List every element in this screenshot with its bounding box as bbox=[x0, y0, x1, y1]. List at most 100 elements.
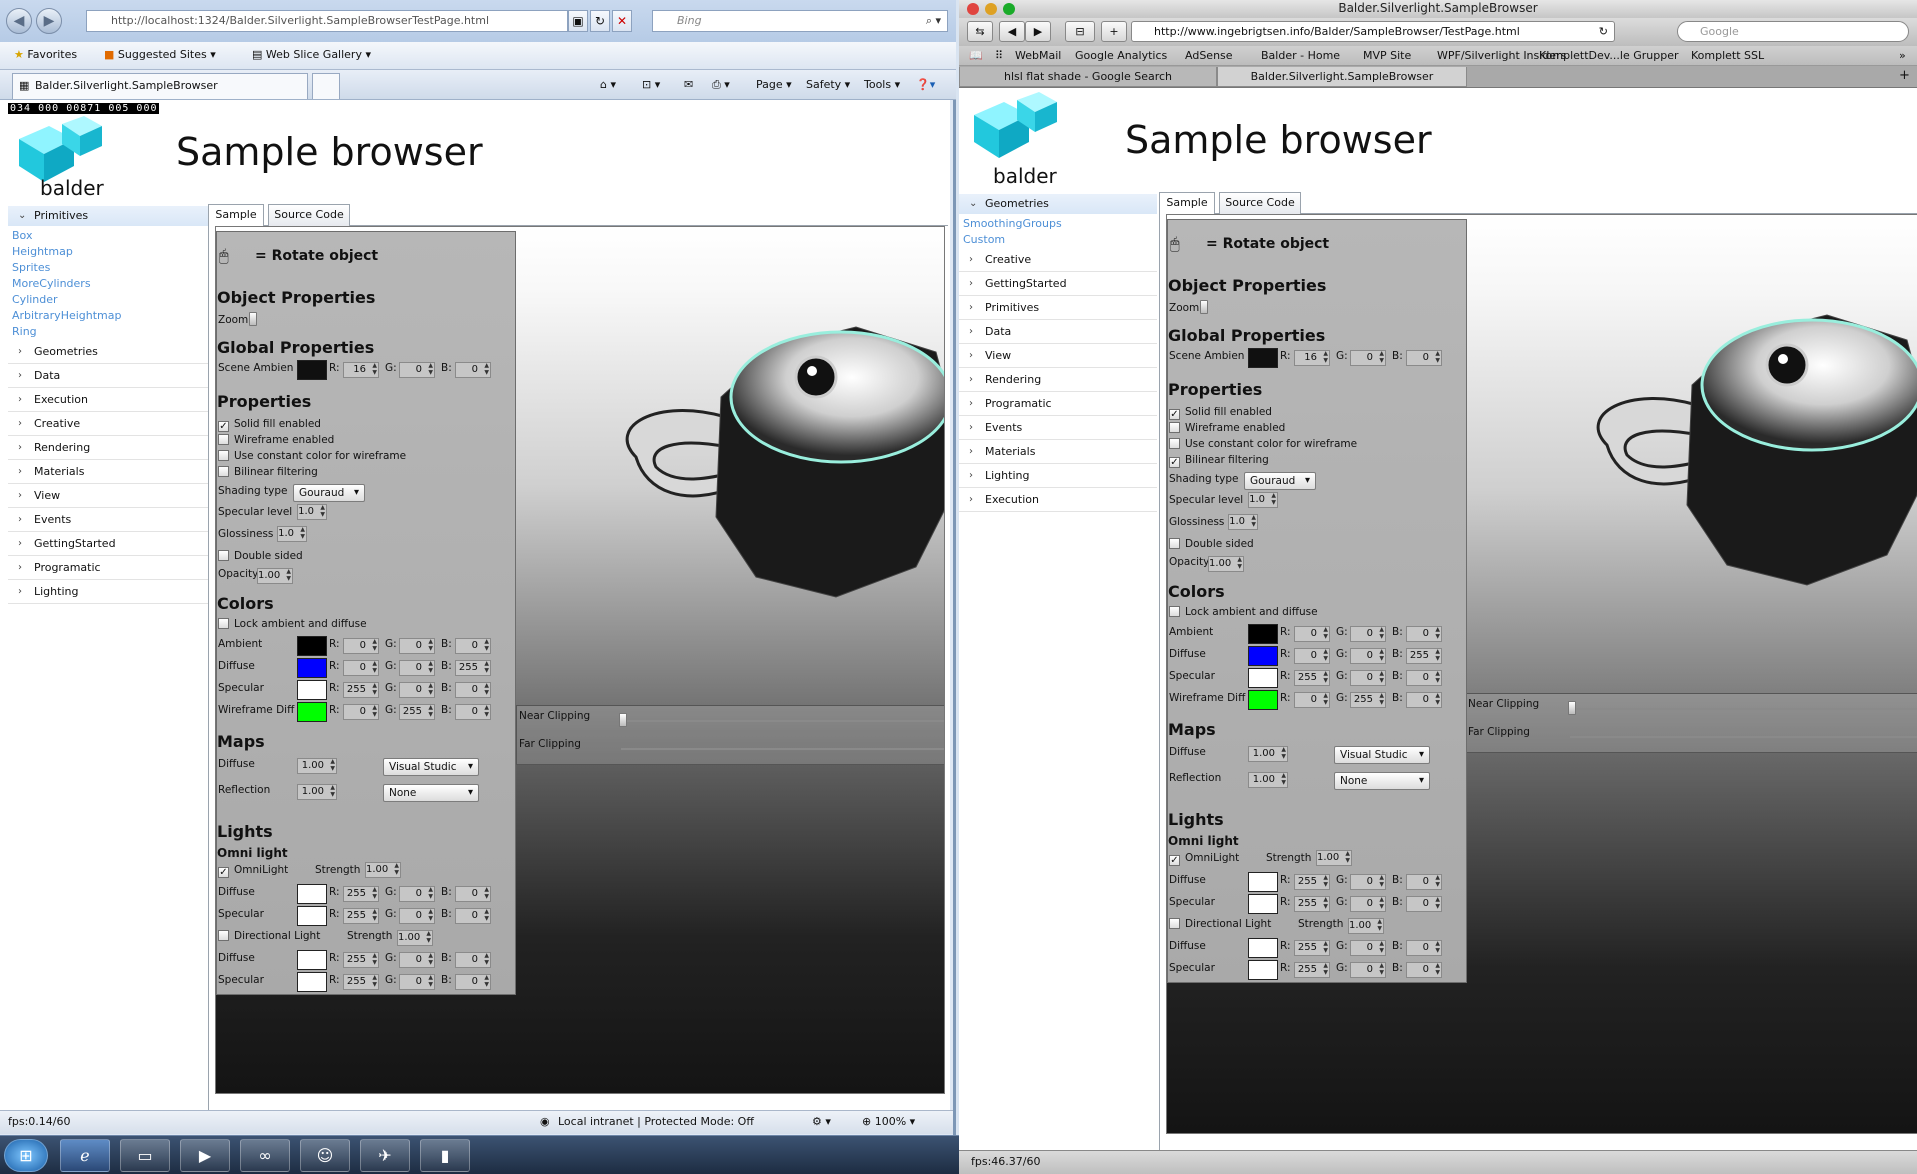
color-diffuse-swatch[interactable] bbox=[297, 658, 327, 678]
ambient-r-input[interactable]: 0 bbox=[343, 638, 379, 654]
scene-r-input[interactable]: 16 bbox=[343, 362, 379, 378]
omni-specular-b-input[interactable]: 0 bbox=[1406, 896, 1442, 912]
dir-specular-b-input[interactable]: 0 bbox=[1406, 962, 1442, 978]
bookmark-link[interactable]: WebMail bbox=[1015, 49, 1061, 62]
directional-strength-input[interactable]: 1.00 bbox=[1348, 918, 1384, 934]
specular-r-input[interactable]: 255 bbox=[1294, 670, 1330, 686]
taskbar-cmd-icon[interactable]: ▮ bbox=[420, 1139, 470, 1172]
tab-sample-browser[interactable]: Balder.Silverlight.SampleBrowser bbox=[1217, 67, 1467, 87]
bookmark-link[interactable]: Google Analytics bbox=[1075, 49, 1167, 62]
omni-diffuse-g-input[interactable]: 0 bbox=[399, 886, 435, 902]
tree-item[interactable]: › Lighting bbox=[959, 464, 1157, 488]
bookmark-link[interactable]: Balder - Home bbox=[1261, 49, 1340, 62]
checkbox-solid-fill[interactable]: ✓ Solid fill enabled bbox=[218, 418, 321, 432]
tab-source-code[interactable]: Source Code bbox=[1219, 192, 1301, 214]
refresh-icon[interactable]: ↻ bbox=[590, 10, 610, 32]
ambient-g-input[interactable]: 0 bbox=[1350, 626, 1386, 642]
mail-icon[interactable]: ✉ bbox=[684, 78, 693, 91]
opacity-input[interactable]: 1.00 bbox=[1208, 556, 1244, 572]
omni-diffuse-r-input[interactable]: 255 bbox=[1294, 874, 1330, 890]
ambient-g-input[interactable]: 0 bbox=[399, 638, 435, 654]
diffuse-g-input[interactable]: 0 bbox=[399, 660, 435, 676]
tree-leaf-link[interactable]: Sprites bbox=[8, 260, 208, 276]
ambient-b-input[interactable]: 0 bbox=[455, 638, 491, 654]
specular-g-input[interactable]: 0 bbox=[1350, 670, 1386, 686]
map-reflection-amount[interactable]: 1.00 bbox=[1248, 772, 1288, 788]
back-button[interactable]: ◀ bbox=[999, 21, 1025, 42]
tree-item[interactable]: › Materials bbox=[8, 460, 208, 484]
scene-r-input[interactable]: 16 bbox=[1294, 350, 1330, 366]
zoom-slider[interactable] bbox=[1200, 300, 1208, 314]
google-search-input[interactable]: Google bbox=[1677, 21, 1909, 42]
taskbar-explorer-icon[interactable]: ▭ bbox=[120, 1139, 170, 1172]
tab-source-code[interactable]: Source Code bbox=[268, 204, 350, 226]
bookmarks-book-icon[interactable]: 📖 bbox=[969, 49, 983, 62]
dir-diffuse-b-input[interactable]: 0 bbox=[1406, 940, 1442, 956]
checkbox-box[interactable]: ✓ bbox=[1169, 457, 1180, 468]
near-clipping-slider-track[interactable] bbox=[621, 720, 944, 722]
omni-specular-b-input[interactable]: 0 bbox=[455, 908, 491, 924]
dir-specular-r-input[interactable]: 255 bbox=[343, 974, 379, 990]
start-button[interactable]: ⊞ bbox=[4, 1139, 48, 1172]
tree-leaf-link[interactable]: ArbitraryHeightmap bbox=[8, 308, 208, 324]
omni-diffuse-g-input[interactable]: 0 bbox=[1350, 874, 1386, 890]
bing-search-input[interactable]: Bing ⌕ ▾ bbox=[652, 10, 948, 32]
home-icon[interactable]: ⌂ ▾ bbox=[600, 78, 616, 91]
map-reflection-amount[interactable]: 1.00 bbox=[297, 784, 337, 800]
dir-specular-g-input[interactable]: 0 bbox=[399, 974, 435, 990]
scene-b-input[interactable]: 0 bbox=[1406, 350, 1442, 366]
specular-b-input[interactable]: 0 bbox=[1406, 670, 1442, 686]
dir-diffuse-swatch[interactable] bbox=[1248, 938, 1278, 958]
print-icon[interactable]: ⎙ ▾ bbox=[712, 78, 730, 92]
checkbox-box[interactable] bbox=[218, 930, 229, 941]
bookmark-link[interactable]: KomplettDev...le Grupper bbox=[1539, 49, 1679, 62]
wireframe-r-input[interactable]: 0 bbox=[1294, 692, 1330, 708]
forward-button[interactable]: ▶ bbox=[1025, 21, 1051, 42]
safari-address-bar[interactable]: http://www.ingebrigtsen.info/Balder/Samp… bbox=[1131, 21, 1615, 42]
checkbox-box[interactable]: ✓ bbox=[1169, 409, 1180, 420]
dir-specular-swatch[interactable] bbox=[1248, 960, 1278, 980]
more-bookmarks-icon[interactable]: » bbox=[1899, 49, 1906, 62]
specular-level-input[interactable]: 1.0 bbox=[1248, 492, 1278, 508]
tree-leaf-link[interactable]: Cylinder bbox=[8, 292, 208, 308]
tree-item[interactable]: › Data bbox=[8, 364, 208, 388]
dir-diffuse-swatch[interactable] bbox=[297, 950, 327, 970]
dir-diffuse-r-input[interactable]: 255 bbox=[1294, 940, 1330, 956]
color-diffuse-swatch[interactable] bbox=[1248, 646, 1278, 666]
checkbox-const-color[interactable]: Use constant color for wireframe bbox=[218, 450, 406, 462]
zone-settings-icon[interactable]: ⚙ ▾ bbox=[812, 1111, 831, 1133]
new-tab-icon[interactable]: + bbox=[1899, 68, 1910, 83]
checkbox-box[interactable] bbox=[1169, 438, 1180, 449]
tab-sample[interactable]: Sample bbox=[1159, 192, 1215, 216]
tree-leaf-link[interactable]: Box bbox=[8, 228, 208, 244]
topsites-grid-icon[interactable]: ⠿ bbox=[995, 49, 1003, 62]
color-ambient-swatch[interactable] bbox=[297, 636, 327, 656]
tree-leaf-link[interactable]: SmoothingGroups bbox=[959, 216, 1157, 232]
omni-diffuse-b-input[interactable]: 0 bbox=[1406, 874, 1442, 890]
help-icon[interactable]: ❓▾ bbox=[916, 78, 935, 91]
map-reflection-dropdown[interactable]: None bbox=[383, 784, 479, 802]
dir-specular-r-input[interactable]: 255 bbox=[1294, 962, 1330, 978]
tree-item[interactable]: › Events bbox=[8, 508, 208, 532]
checkbox-directional-light[interactable]: Directional Light bbox=[218, 930, 320, 942]
color-wireframe-swatch[interactable] bbox=[297, 702, 327, 722]
snapback-icon[interactable]: ⇆ bbox=[967, 21, 993, 42]
teapot-3d-model[interactable] bbox=[616, 307, 945, 607]
tree-item[interactable]: › View bbox=[959, 344, 1157, 368]
ambient-b-input[interactable]: 0 bbox=[1406, 626, 1442, 642]
scene-g-input[interactable]: 0 bbox=[1350, 350, 1386, 366]
search-icon[interactable]: ⌕ ▾ bbox=[926, 11, 941, 31]
tree-item[interactable]: › Rendering bbox=[959, 368, 1157, 392]
checkbox-const-color[interactable]: Use constant color for wireframe bbox=[1169, 438, 1357, 450]
tab-sample[interactable]: Sample bbox=[208, 204, 264, 228]
glossiness-input[interactable]: 1.0 bbox=[1228, 514, 1258, 530]
safety-menu[interactable]: Safety ▾ bbox=[806, 78, 850, 91]
near-clipping-slider[interactable] bbox=[1568, 701, 1576, 715]
bookmark-link[interactable]: AdSense bbox=[1185, 49, 1233, 62]
bookmark-link[interactable]: Komplett SSL bbox=[1691, 49, 1764, 62]
tree-leaf-link[interactable]: Custom bbox=[959, 232, 1157, 248]
tree-item[interactable]: › Materials bbox=[959, 440, 1157, 464]
checkbox-box[interactable] bbox=[1169, 918, 1180, 929]
checkbox-lock-ambient[interactable]: Lock ambient and diffuse bbox=[1169, 606, 1318, 618]
tree-item[interactable]: › Programatic bbox=[8, 556, 208, 580]
